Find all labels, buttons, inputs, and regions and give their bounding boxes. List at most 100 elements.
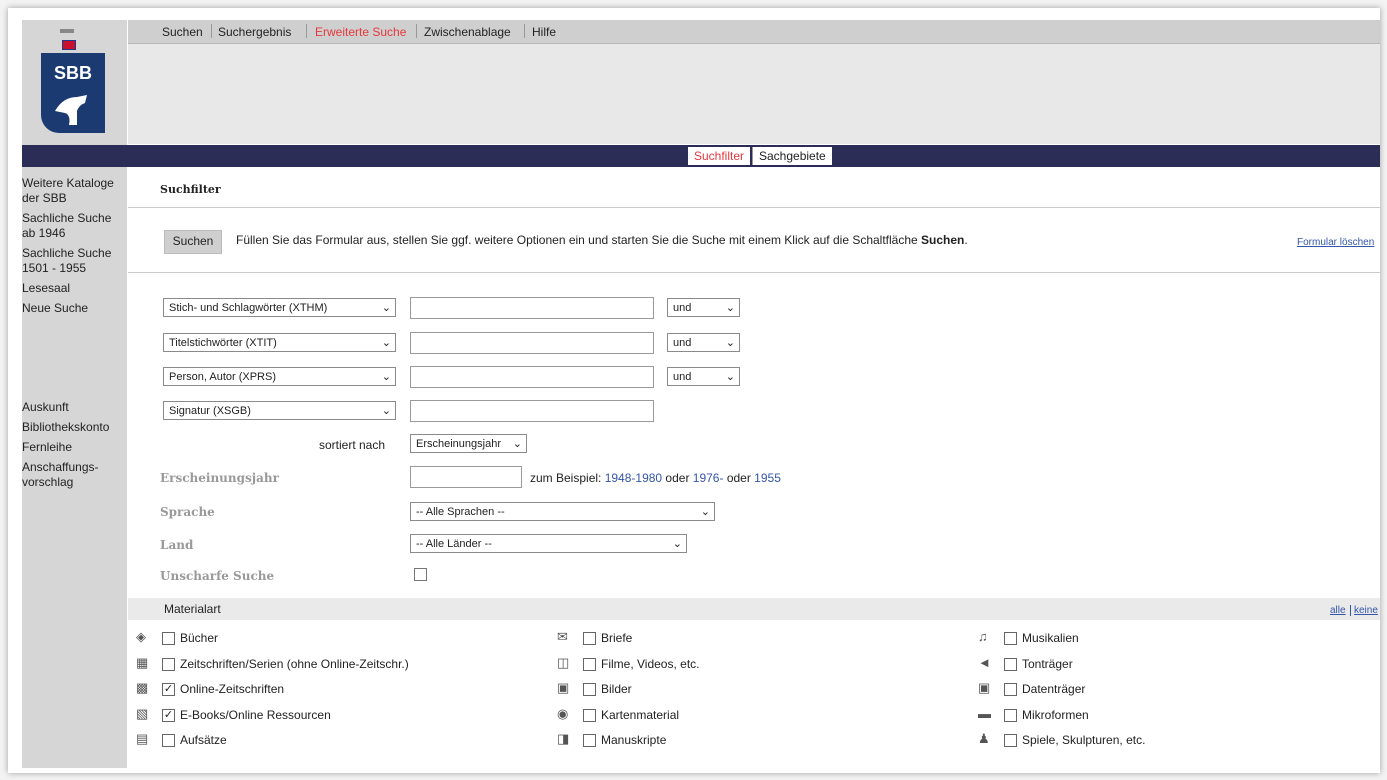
material-checkbox[interactable]: ✓: [162, 683, 175, 696]
field-select-3[interactable]: Person, Autor (XPRS) ⌄: [163, 367, 396, 386]
year-input[interactable]: [410, 466, 522, 488]
material-label: Musikalien: [1022, 631, 1079, 645]
language-label: Sprache: [160, 505, 215, 519]
sculpture-icon: ♟: [978, 731, 990, 746]
language-select[interactable]: -- Alle Sprachen -- ⌄: [410, 502, 715, 521]
fuzzy-checkbox[interactable]: [414, 568, 427, 581]
field-select-3-value: Person, Autor (XPRS): [169, 371, 276, 383]
form-heading: Suchfilter: [160, 183, 221, 196]
sidebar-item-purchase-suggestion[interactable]: Anschaffungs-vorschlag: [22, 460, 127, 490]
form-hint: Füllen Sie das Formular aus, stellen Sie…: [236, 233, 968, 247]
material-checkbox[interactable]: [1004, 657, 1017, 671]
material-checkbox[interactable]: ✓: [162, 708, 175, 722]
hint-text: Füllen Sie das Formular aus, stellen Sie…: [236, 233, 922, 247]
select-all-link[interactable]: alle: [1330, 605, 1346, 616]
material-checkbox[interactable]: [1004, 708, 1017, 722]
field-input-3[interactable]: [410, 366, 654, 388]
material-checkbox[interactable]: [1004, 683, 1017, 696]
operator-select-1[interactable]: und ⌄: [667, 298, 740, 317]
select-none-link[interactable]: keine: [1350, 605, 1378, 616]
speaker-icon: ◄: [978, 654, 991, 670]
tab-help[interactable]: Hilfe: [532, 25, 556, 39]
field-input-4[interactable]: [410, 400, 654, 422]
material-label: Mikroformen: [1022, 707, 1089, 722]
tab-sachgebiete[interactable]: Sachgebiete: [752, 147, 832, 165]
operator-select-2[interactable]: und ⌄: [667, 333, 740, 352]
material-checkbox[interactable]: [583, 632, 596, 645]
material-label: Kartenmaterial: [601, 707, 680, 722]
material-checkbox[interactable]: [583, 734, 596, 747]
example-link-2[interactable]: 1976-: [693, 471, 724, 485]
sidebar-item-new-search[interactable]: Neue Suche: [22, 301, 127, 316]
chevron-down-icon: ⌄: [725, 302, 735, 314]
material-checkbox[interactable]: [583, 683, 596, 696]
sidebar: Weitere Kataloge der SBB Sachliche Suche…: [22, 176, 127, 495]
search-button[interactable]: Suchen: [164, 230, 222, 254]
sidebar-item-other-catalogs[interactable]: Weitere Kataloge der SBB: [22, 176, 127, 206]
tab-separator: [416, 24, 417, 38]
country-select-value: -- Alle Länder --: [416, 538, 492, 550]
sidebar-item-reading-room[interactable]: Lesesaal: [22, 281, 127, 296]
chevron-down-icon: ⌄: [381, 371, 391, 383]
tab-separator: [211, 24, 212, 38]
sort-label: sortiert nach: [319, 438, 386, 452]
film-icon: ◫: [557, 654, 570, 670]
material-label: Tonträger: [1022, 656, 1073, 671]
year-label: Erscheinungsjahr: [160, 471, 279, 485]
field-input-1[interactable]: [410, 297, 654, 319]
material-checkbox[interactable]: [583, 657, 596, 671]
example-prefix: zum Beispiel:: [530, 471, 605, 485]
field-select-4-value: Signatur (XSGB): [169, 405, 251, 417]
example-link-1[interactable]: 1948-1980: [605, 471, 662, 485]
example-link-3[interactable]: 1955: [754, 471, 781, 485]
material-checkbox[interactable]: [162, 632, 175, 645]
chevron-down-icon: ⌄: [672, 538, 682, 550]
chevron-down-icon: ⌄: [725, 371, 735, 383]
material-checkbox[interactable]: [162, 657, 175, 671]
material-checkbox[interactable]: [162, 734, 175, 747]
letter-icon: ✉: [557, 629, 568, 644]
sbb-logo[interactable]: SBB: [41, 53, 105, 133]
field-select-1[interactable]: Stich- und Schlagwörter (XTHM) ⌄: [163, 298, 396, 317]
tab-results[interactable]: Suchergebnis: [218, 25, 291, 39]
sidebar-item-interlibrary-loan[interactable]: Fernleihe: [22, 440, 127, 455]
material-label: Manuskripte: [601, 733, 667, 747]
tab-clipboard[interactable]: Zwischenablage: [424, 25, 511, 39]
sort-select[interactable]: Erscheinungsjahr ⌄: [410, 434, 527, 453]
operator-select-3[interactable]: und ⌄: [667, 367, 740, 386]
country-select[interactable]: -- Alle Länder -- ⌄: [410, 534, 687, 553]
sidebar-item-subject-search-1946[interactable]: Sachliche Suche ab 1946: [22, 211, 127, 241]
hint-suffix: .: [964, 233, 968, 247]
field-input-2[interactable]: [410, 332, 654, 354]
clear-form-link[interactable]: Formular löschen: [1297, 237, 1374, 248]
material-title: Materialart: [164, 602, 221, 616]
field-select-2[interactable]: Titelstichwörter (XTIT) ⌄: [163, 333, 396, 352]
chevron-down-icon: ⌄: [725, 337, 735, 349]
music-icon: ♫: [978, 629, 988, 644]
material-checkbox[interactable]: [1004, 734, 1017, 747]
globe-icon: ◉: [557, 705, 569, 721]
example-or: oder: [662, 471, 693, 485]
journal-icon: ▦: [136, 654, 149, 670]
tab-advanced-search[interactable]: Erweiterte Suche: [315, 25, 406, 39]
sidebar-item-account[interactable]: Bibliothekskonto: [22, 420, 127, 435]
sidebar-item-subject-search-1501[interactable]: Sachliche Suche 1501 - 1955: [22, 246, 127, 276]
tab-search[interactable]: Suchen: [162, 25, 203, 39]
example-or: oder: [723, 471, 755, 485]
material-label: E-Books/Online Ressourcen: [180, 707, 331, 722]
tab-suchfilter[interactable]: Suchfilter: [688, 147, 751, 165]
sidebar-item-info[interactable]: Auskunft: [22, 400, 127, 415]
fuzzy-label: Unscharfe Suche: [160, 569, 275, 583]
material-label: Spiele, Skulpturen, etc.: [1022, 733, 1146, 747]
operator-select-1-value: und: [673, 302, 692, 314]
camera-icon: ▣: [557, 680, 570, 695]
material-header: Materialart: [128, 598, 1380, 620]
material-checkbox[interactable]: [1004, 632, 1017, 645]
chevron-down-icon: ⌄: [512, 438, 522, 450]
field-select-4[interactable]: Signatur (XSGB) ⌄: [163, 401, 396, 420]
manuscript-icon: ◨: [557, 731, 570, 746]
material-checkbox[interactable]: [583, 708, 596, 722]
language-flags-icon[interactable]: [60, 26, 92, 50]
article-icon: ▤: [136, 731, 149, 746]
hint-bold: Suchen: [921, 233, 965, 247]
